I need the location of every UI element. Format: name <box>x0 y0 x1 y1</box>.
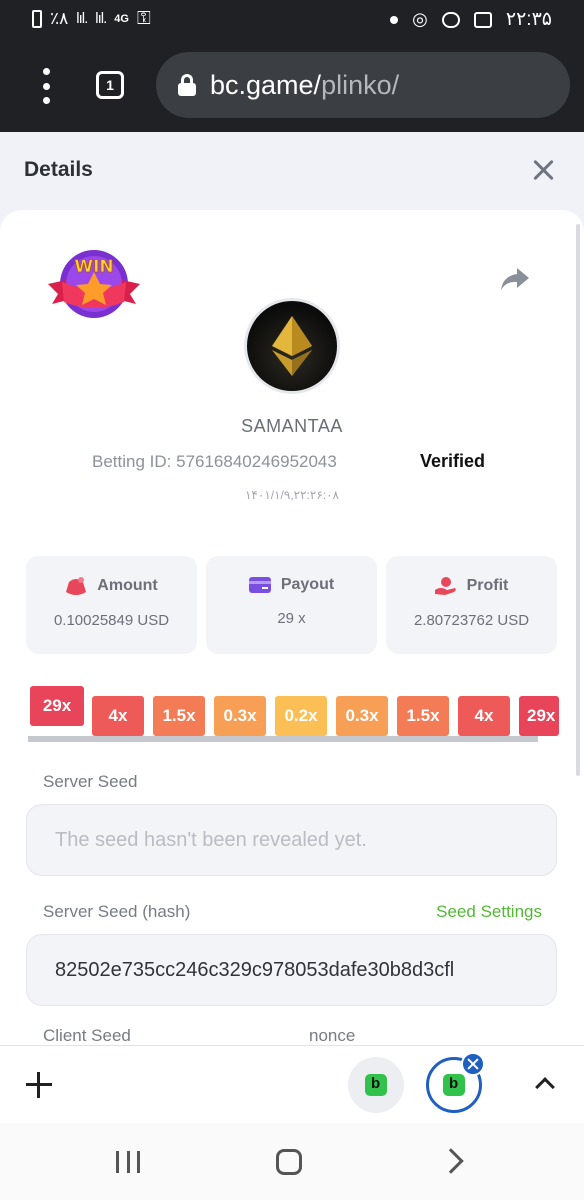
address-bar[interactable]: bc.game/plinko/ <box>156 52 570 118</box>
bc-game-logo-icon <box>365 1074 387 1096</box>
tab-bubble-bcgame[interactable] <box>348 1057 404 1113</box>
ethereum-icon <box>272 316 312 376</box>
battery-icon <box>32 9 42 28</box>
svg-text:WIN: WIN <box>74 257 113 277</box>
multiplier-box: 0.3x <box>214 696 266 736</box>
multiplier-box-hit: 29x <box>30 686 84 726</box>
betting-id-value: 57616840246952043 <box>176 452 337 471</box>
multiplier-box: 0.3x <box>336 696 388 736</box>
stat-payout-value: 29 x <box>277 610 306 627</box>
share-icon[interactable] <box>500 266 530 292</box>
status-left: ٪۸ lıl. lıl. 4G ⚿ <box>32 8 151 29</box>
system-nav-bar <box>0 1123 584 1200</box>
stat-amount-value: 0.10025849 USD <box>53 612 170 629</box>
bc-game-logo-icon <box>443 1074 465 1096</box>
verified-link[interactable]: Verified <box>420 451 485 472</box>
app-icon <box>441 11 460 28</box>
server-seed-field[interactable]: The seed hasn't been revealed yet. <box>26 804 557 876</box>
win-badge-icon: WIN <box>48 250 140 318</box>
status-bar: ٪۸ lıl. lıl. 4G ⚿ ◎ ۲۲:۳۵ <box>0 0 584 40</box>
seed-settings-link[interactable]: Seed Settings <box>436 902 542 922</box>
server-seed-hash-value: 82502e735cc246c329c978053dafe30b8d3cfl <box>55 958 455 981</box>
server-seed-placeholder: The seed hasn't been revealed yet. <box>55 828 367 851</box>
home-icon[interactable] <box>276 1149 302 1175</box>
target-icon: ◎ <box>412 9 428 29</box>
stats-row: Amount 0.10025849 USD Payout 29 x Profit… <box>26 556 557 654</box>
multiplier-box: 4x <box>92 696 144 736</box>
money-bag-icon <box>66 577 87 595</box>
details-header: Details <box>0 132 584 210</box>
chevron-up-icon[interactable] <box>535 1077 555 1097</box>
multiplier-row: 29x 4x 1.5x 0.3x 0.2x 0.3x 1.5x 4x 29x <box>30 678 559 738</box>
betting-id-label: Betting ID: <box>92 452 172 471</box>
bet-details-card: WIN SAMANTAA Betting ID: 576168402469520… <box>0 210 584 1045</box>
stat-amount-label: Amount <box>97 577 158 594</box>
multiplier-box: 4x <box>458 696 510 736</box>
back-icon[interactable] <box>438 1148 464 1174</box>
url-path: plinko/ <box>321 69 400 100</box>
notification-dot-icon <box>390 15 399 24</box>
stat-profit: Profit 2.80723762 USD <box>386 556 557 654</box>
browser-toolbar: 1 bc.game/plinko/ <box>0 40 584 132</box>
clock: ۲۲:۳۵ <box>505 9 552 30</box>
avatar <box>244 298 340 394</box>
betting-id: Betting ID: 57616840246952043 <box>92 452 337 472</box>
tab-close-icon[interactable] <box>461 1052 485 1076</box>
lock-icon <box>178 74 196 96</box>
stat-profit-value: 2.80723762 USD <box>413 612 530 629</box>
status-right: ◎ ۲۲:۳۵ <box>390 8 552 31</box>
hand-coin-icon <box>434 577 456 595</box>
server-seed-hash-label: Server Seed (hash) <box>43 902 191 921</box>
recent-apps-icon[interactable] <box>116 1151 140 1173</box>
battery-percent: ٪۸ <box>50 8 69 28</box>
key-icon: ⚿ <box>136 8 151 28</box>
credit-card-icon <box>248 577 271 593</box>
server-seed-label: Server Seed <box>43 772 138 791</box>
close-icon[interactable] <box>532 158 556 182</box>
tab-bubble-bcgame-active[interactable] <box>426 1052 485 1113</box>
url-text: bc.game/plinko/ <box>210 70 399 101</box>
new-tab-plus-icon[interactable] <box>26 1072 52 1098</box>
signal-icon-2: lıl. <box>95 10 107 27</box>
url-domain: bc.game/ <box>210 69 322 100</box>
multiplier-box: 1.5x <box>397 696 449 736</box>
bet-datetime: ۱۴۰۱/۱/۹,۲۲:۲۶:۰۸ <box>244 488 339 502</box>
network-type: 4G <box>114 12 129 25</box>
multiplier-baseline <box>28 736 538 742</box>
nonce-label: nonce <box>309 1026 356 1045</box>
multiplier-box: 0.2x <box>275 696 327 736</box>
details-title: Details <box>24 158 93 181</box>
more-menu-icon[interactable] <box>38 68 54 104</box>
multiplier-box: 29x <box>519 696 559 736</box>
server-seed-hash-field[interactable]: 82502e735cc246c329c978053dafe30b8d3cfl <box>26 934 557 1006</box>
stat-profit-label: Profit <box>466 577 509 594</box>
signal-icon: lıl. <box>76 10 88 27</box>
username: SAMANTAA <box>241 416 343 436</box>
multiplier-box: 1.5x <box>153 696 205 736</box>
stat-amount: Amount 0.10025849 USD <box>26 556 197 654</box>
tab-count-button[interactable]: 1 <box>96 71 124 99</box>
stat-payout-label: Payout <box>280 576 335 593</box>
client-seed-label: Client Seed <box>43 1026 131 1045</box>
gallery-icon <box>473 11 492 28</box>
browser-bottom-bar <box>0 1045 584 1123</box>
stat-payout: Payout 29 x <box>206 556 377 654</box>
